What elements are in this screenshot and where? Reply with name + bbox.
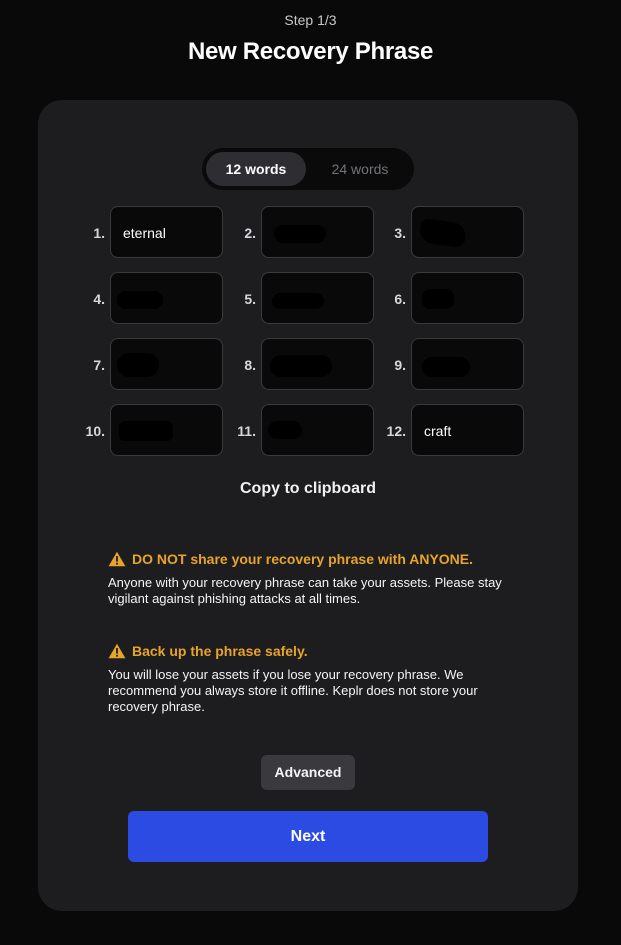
redaction-blob	[418, 217, 468, 249]
redaction-blob	[117, 291, 163, 309]
warning-icon	[108, 551, 126, 567]
word-field-3	[411, 206, 524, 258]
word-number: 2.	[244, 225, 256, 241]
recovery-card: 12 words 24 words 1. eternal 2. 3. 4. 5.	[38, 100, 578, 911]
recovery-phrase-page: Step 1/3 New Recovery Phrase 12 words 24…	[0, 0, 621, 945]
word-field-12: craft	[411, 404, 524, 456]
redaction-blob	[422, 357, 470, 377]
word-number: 3.	[394, 225, 406, 241]
warning-body: Anyone with your recovery phrase can tak…	[108, 575, 502, 606]
redaction-blob	[268, 421, 302, 439]
warning-title: Back up the phrase safely.	[132, 643, 308, 659]
word-field-7	[110, 338, 223, 390]
word-count-toggle: 12 words 24 words	[202, 148, 414, 190]
word-field-10	[110, 404, 223, 456]
warning-icon	[108, 643, 126, 659]
word-number: 1.	[93, 225, 105, 241]
next-button[interactable]: Next	[128, 811, 488, 862]
word-number: 12.	[386, 423, 406, 439]
toggle-24-words[interactable]: 24 words	[310, 152, 410, 186]
warning-share: DO NOT share your recovery phrase with A…	[108, 549, 528, 607]
word-number: 8.	[244, 357, 256, 373]
redaction-blob	[272, 293, 324, 309]
word-number: 9.	[394, 357, 406, 373]
warning-backup: Back up the phrase safely. You will lose…	[108, 641, 528, 715]
step-indicator: Step 1/3	[284, 12, 337, 28]
redaction-blob	[422, 289, 454, 309]
word-field-1: eternal	[110, 206, 223, 258]
word-field-6	[411, 272, 524, 324]
redaction-blob	[119, 421, 173, 441]
redaction-blob	[117, 353, 159, 377]
word-number: 4.	[93, 291, 105, 307]
word-number: 5.	[244, 291, 256, 307]
warning-body: You will lose your assets if you lose yo…	[108, 667, 478, 714]
word-number: 7.	[93, 357, 105, 373]
word-field-9	[411, 338, 524, 390]
word-number: 6.	[394, 291, 406, 307]
word-field-4	[110, 272, 223, 324]
toggle-12-words[interactable]: 12 words	[206, 152, 306, 186]
word-field-8	[261, 338, 374, 390]
copy-to-clipboard-button[interactable]: Copy to clipboard	[38, 480, 578, 498]
word-number: 11.	[237, 423, 256, 439]
redaction-blob	[274, 225, 326, 243]
word-number: 10.	[85, 423, 105, 439]
warning-title: DO NOT share your recovery phrase with A…	[132, 551, 474, 567]
word-field-11	[261, 404, 374, 456]
word-field-5	[261, 272, 374, 324]
page-title: New Recovery Phrase	[187, 38, 434, 65]
advanced-button[interactable]: Advanced	[261, 755, 355, 790]
word-field-2	[261, 206, 374, 258]
redaction-blob	[270, 355, 332, 377]
